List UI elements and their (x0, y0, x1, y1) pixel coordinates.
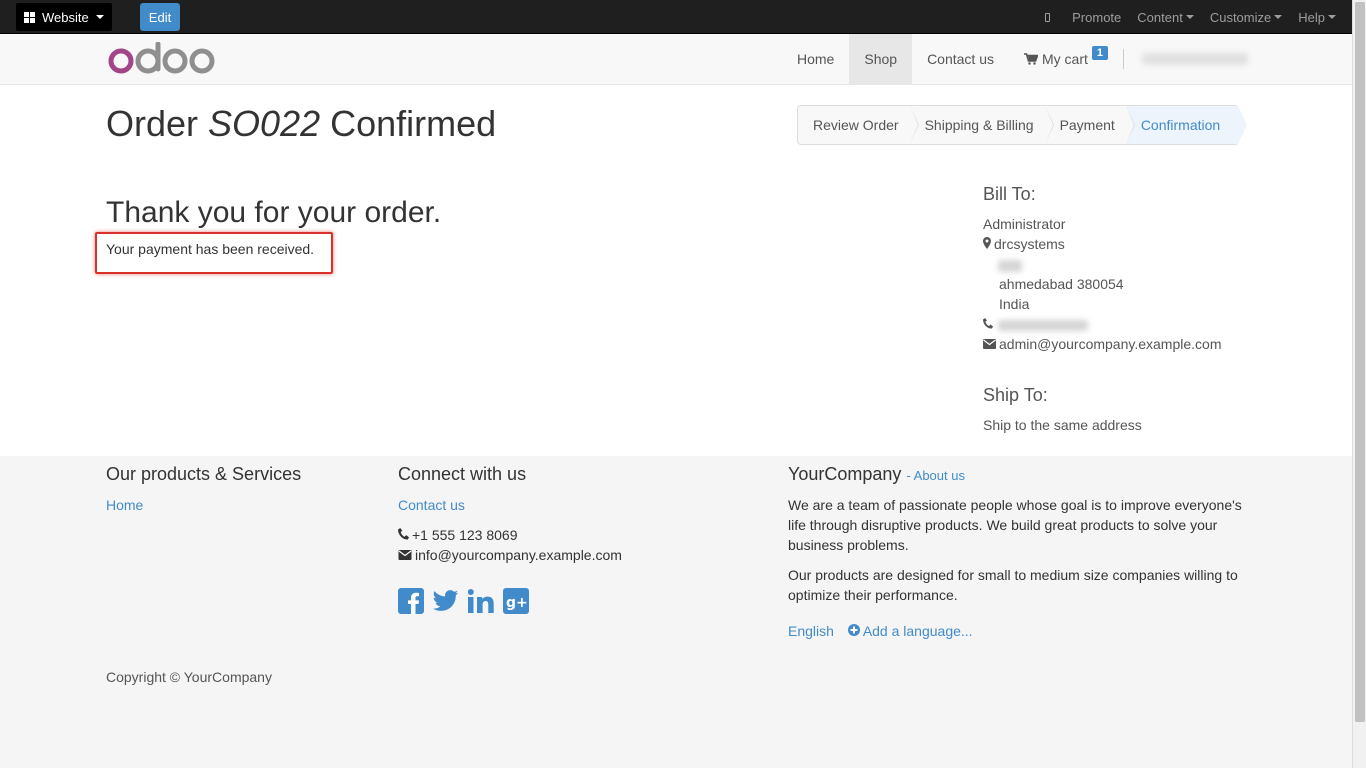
bill-company: drcsystems (983, 236, 1065, 252)
website-menu-button[interactable]: Website (16, 3, 112, 31)
caret-down-icon (1274, 15, 1283, 19)
caret-down-icon (1185, 15, 1194, 19)
footer-phone-number: +1 555 123 8069 (412, 527, 518, 543)
nav-contact[interactable]: Contact us (912, 34, 1009, 84)
linkedin-icon[interactable] (468, 588, 494, 614)
plus-circle-icon (847, 624, 860, 636)
nav-divider (1123, 49, 1125, 69)
phone-icon (398, 528, 409, 540)
content-menu[interactable]: Content (1129, 10, 1202, 25)
footer-company-heading: YourCompany - About us (788, 464, 965, 485)
nav-cart[interactable]: My cart 1 (1009, 34, 1123, 84)
footer-email-address: info@yourcompany.example.com (415, 547, 622, 563)
cart-count-badge: 1 (1091, 46, 1109, 60)
caret-down-icon (1328, 15, 1336, 19)
facebook-icon[interactable] (398, 588, 424, 614)
content-label: Content (1137, 9, 1183, 25)
redacted-phone (998, 320, 1088, 331)
language-english-link[interactable]: English (788, 623, 834, 639)
google-plus-icon[interactable]: g+ (503, 588, 529, 614)
site-header: Home Shop Contact us My cart 1 (0, 34, 1352, 85)
help-label: Help (1298, 9, 1325, 25)
add-language-label: Add a language... (862, 623, 973, 639)
bill-name: Administrator (983, 216, 1066, 232)
admin-bar: Website Edit Promote Content Customize H… (0, 0, 1352, 34)
footer-contact-link[interactable]: Contact us (398, 495, 465, 515)
checkout-progress: Review Order Shipping & Billing Payment … (797, 105, 1248, 145)
ship-to-heading: Ship To: (983, 385, 1048, 405)
nav-home[interactable]: Home (782, 34, 849, 84)
bill-city: ahmedabad 380054 (999, 276, 1124, 292)
footer-phone: +1 555 123 8069 (398, 525, 518, 545)
promote-menu[interactable]: Promote (1064, 10, 1129, 25)
bill-email: admin@yourcompany.example.com (983, 336, 1222, 352)
envelope-icon (983, 339, 996, 349)
apps-grid-icon (24, 11, 35, 23)
svg-text:g+: g+ (506, 595, 528, 611)
redacted-street (998, 260, 1022, 272)
odoo-logo-icon (108, 41, 215, 74)
add-language-link[interactable]: Add a language... (847, 623, 973, 639)
bill-country: India (999, 296, 1030, 312)
admin-menu: Promote Content Customize Help (1045, 0, 1344, 34)
step-shipping-billing: Shipping & Billing (910, 106, 1054, 144)
payment-received-message: Your payment has been received. (106, 241, 315, 257)
social-links: g+ (398, 588, 529, 614)
bill-company-name: drcsystems (994, 236, 1065, 252)
bill-to-heading: Bill To: (983, 184, 1036, 204)
cart-icon (1024, 53, 1038, 65)
edit-button[interactable]: Edit (140, 3, 180, 31)
title-prefix: Order (106, 103, 209, 144)
phone-icon (983, 318, 993, 329)
title-suffix: Confirmed (320, 103, 497, 144)
caret-down-icon (95, 15, 104, 19)
bill-email-address: admin@yourcompany.example.com (999, 336, 1222, 352)
footer-email: info@yourcompany.example.com (398, 545, 622, 565)
nav-shop[interactable]: Shop (849, 34, 913, 84)
step-review-order: Review Order (798, 106, 919, 144)
scrollbar-thumb[interactable] (1355, 2, 1365, 722)
customize-label: Customize (1209, 9, 1272, 25)
footer-products-heading: Our products & Services (106, 464, 302, 484)
user-menu-redacted[interactable] (1142, 53, 1249, 65)
footer-company-name: YourCompany (788, 464, 902, 484)
customize-menu[interactable]: Customize (1202, 10, 1290, 25)
footer-company-description-2: Our products are designed for small to m… (788, 567, 1238, 603)
ship-to-text: Ship to the same address (983, 417, 1142, 433)
thank-you-heading: Thank you for your order. (106, 196, 442, 229)
promote-label: Promote (1072, 9, 1122, 25)
page-title: Order SO022 Confirmed (106, 104, 496, 144)
main-nav: Home Shop Contact us My cart 1 (782, 34, 1249, 84)
copyright: Copyright © YourCompany (106, 669, 272, 685)
footer-home-link[interactable]: Home (106, 495, 143, 515)
step-confirmation: Confirmation (1125, 106, 1248, 144)
twitter-icon[interactable] (433, 588, 459, 614)
bill-phone (983, 316, 996, 332)
website-menu-label: Website (42, 9, 89, 25)
order-reference: SO022 (208, 103, 321, 144)
footer-connect-heading: Connect with us (398, 464, 527, 484)
about-us-link[interactable]: - About us (906, 468, 965, 483)
footer-company-description: We are a team of passionate people whose… (788, 497, 1242, 553)
envelope-icon (398, 550, 412, 560)
mobile-preview-icon[interactable] (1045, 12, 1051, 22)
map-marker-icon (983, 237, 991, 249)
step-payment: Payment (1045, 106, 1136, 144)
cart-label: My cart (1042, 51, 1088, 67)
odoo-logo[interactable] (108, 41, 216, 79)
language-selector: English Add a language... (788, 621, 973, 641)
vertical-scrollbar[interactable] (1352, 0, 1366, 768)
help-menu[interactable]: Help (1290, 10, 1344, 25)
